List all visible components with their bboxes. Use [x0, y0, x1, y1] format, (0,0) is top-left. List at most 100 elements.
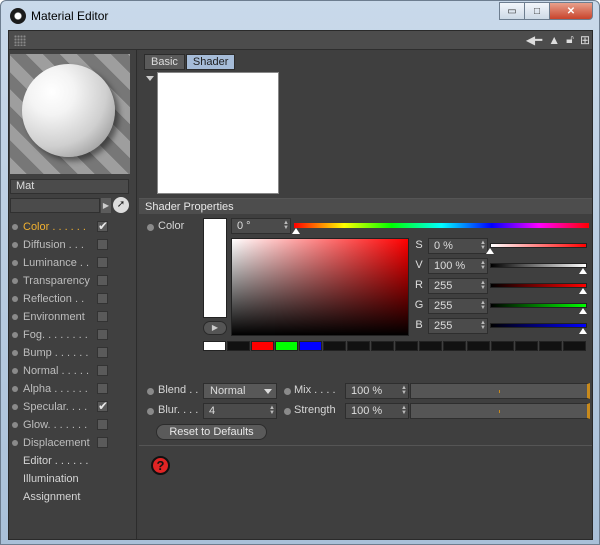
mix-slider[interactable]: [410, 383, 590, 399]
channel-keyframe-dot[interactable]: [12, 368, 18, 374]
mix-keyframe-dot[interactable]: [284, 388, 291, 395]
color-preset[interactable]: [395, 341, 418, 351]
color-swatch[interactable]: [203, 218, 227, 318]
channel-checkbox[interactable]: [97, 329, 108, 340]
title-bar[interactable]: Material Editor ▭ □ ✕: [1, 1, 599, 31]
r-slider-marker[interactable]: [579, 288, 587, 294]
reset-to-defaults-button[interactable]: Reset to Defaults: [156, 424, 267, 440]
color-preset[interactable]: [467, 341, 490, 351]
channel-keyframe-dot[interactable]: [12, 260, 18, 266]
selector-arrow-icon[interactable]: ▶: [101, 198, 111, 213]
channel-checkbox[interactable]: [97, 275, 108, 286]
color-preset[interactable]: [347, 341, 370, 351]
spinner-icon[interactable]: ▲ ▼: [480, 280, 486, 291]
color-preset[interactable]: [563, 341, 586, 351]
panel-item-2[interactable]: Assignment: [9, 488, 137, 506]
s-slider-marker[interactable]: [486, 248, 494, 254]
color-preset[interactable]: [371, 341, 394, 351]
channel-checkbox[interactable]: [97, 311, 108, 322]
channel-keyframe-dot[interactable]: [12, 314, 18, 320]
s-field[interactable]: 0 % ▲ ▼: [428, 238, 488, 254]
panel-item-0[interactable]: Editor . . . . . .: [9, 452, 137, 470]
spinner-icon[interactable]: ▲ ▼: [401, 385, 407, 396]
spinner-icon[interactable]: ▲ ▼: [269, 405, 275, 416]
tab-shader[interactable]: Shader: [185, 54, 236, 70]
r-field[interactable]: 255 ▲ ▼: [428, 278, 488, 294]
channel-item-transparency[interactable]: Transparency: [9, 272, 137, 290]
channel-keyframe-dot[interactable]: [12, 296, 18, 302]
blend-keyframe-dot[interactable]: [147, 388, 154, 395]
strength-slider[interactable]: [410, 403, 590, 419]
channel-keyframe-dot[interactable]: [12, 422, 18, 428]
v-slider[interactable]: [490, 263, 587, 268]
channel-keyframe-dot[interactable]: [12, 224, 18, 230]
mix-field[interactable]: 100 % ▲ ▼: [345, 383, 409, 399]
r-slider[interactable]: [490, 283, 587, 288]
b-field[interactable]: 255 ▲ ▼: [428, 318, 488, 334]
spinner-icon[interactable]: ▲ ▼: [401, 405, 407, 416]
color-preset[interactable]: [419, 341, 442, 351]
color-preset[interactable]: [275, 341, 298, 351]
material-name-field[interactable]: Mat: [10, 179, 129, 194]
channel-checkbox[interactable]: [97, 365, 108, 376]
channel-keyframe-dot[interactable]: [12, 332, 18, 338]
blend-mode-dropdown[interactable]: Normal: [203, 383, 277, 399]
help-icon[interactable]: ?: [151, 456, 170, 475]
g-slider[interactable]: [490, 303, 587, 308]
channel-checkbox[interactable]: [97, 419, 108, 430]
channel-checkbox[interactable]: [97, 239, 108, 250]
channel-item-luminance[interactable]: Luminance . .: [9, 254, 137, 272]
blur-field[interactable]: 4 ▲ ▼: [203, 403, 277, 419]
channel-keyframe-dot[interactable]: [12, 386, 18, 392]
color-keyframe-dot[interactable]: [147, 224, 154, 231]
channel-keyframe-dot[interactable]: [12, 404, 18, 410]
color-preset[interactable]: [323, 341, 346, 351]
channel-checkbox[interactable]: [97, 383, 108, 394]
pick-material-icon[interactable]: ➚: [113, 197, 129, 213]
channel-item-environment[interactable]: Environment: [9, 308, 137, 326]
channel-checkbox[interactable]: [97, 257, 108, 268]
color-preset[interactable]: [251, 341, 274, 351]
channel-checkbox[interactable]: [97, 397, 108, 415]
b-slider-marker[interactable]: [579, 328, 587, 334]
grip-icon[interactable]: [14, 35, 26, 46]
b-slider[interactable]: [490, 323, 587, 328]
channel-item-reflection[interactable]: Reflection . .: [9, 290, 137, 308]
new-window-icon[interactable]: ⊞: [580, 33, 590, 47]
panel-item-1[interactable]: Illumination: [9, 470, 137, 488]
spinner-icon[interactable]: ▲ ▼: [480, 260, 486, 271]
channel-keyframe-dot[interactable]: [12, 440, 18, 446]
channel-checkbox[interactable]: [97, 437, 108, 448]
hue-marker[interactable]: [292, 228, 300, 234]
channel-item-displacement[interactable]: Displacement: [9, 434, 137, 452]
strength-keyframe-dot[interactable]: [284, 408, 291, 415]
channel-item-color[interactable]: Color . . . . . .: [9, 217, 137, 236]
minimize-button[interactable]: ▭: [499, 2, 525, 20]
color-preset[interactable]: [491, 341, 514, 351]
channel-item-fog[interactable]: Fog. . . . . . . .: [9, 326, 137, 344]
channel-checkbox[interactable]: [97, 347, 108, 358]
channel-item-glow[interactable]: Glow. . . . . . .: [9, 416, 137, 434]
back-arrow-icon[interactable]: ◀━: [526, 33, 542, 47]
pointer-icon[interactable]: ▲: [548, 33, 560, 47]
color-preset[interactable]: [203, 341, 226, 351]
color-preset[interactable]: [227, 341, 250, 351]
collapse-triangle-icon[interactable]: [146, 76, 154, 81]
material-selector[interactable]: [10, 198, 100, 213]
channel-item-normal[interactable]: Normal . . . . .: [9, 362, 137, 380]
channel-item-diffusion[interactable]: Diffusion . . .: [9, 236, 137, 254]
maximize-button[interactable]: □: [524, 2, 550, 20]
g-slider-marker[interactable]: [579, 308, 587, 314]
channel-item-specular[interactable]: Specular. . . .: [9, 397, 137, 416]
g-field[interactable]: 255 ▲ ▼: [428, 298, 488, 314]
blur-keyframe-dot[interactable]: [147, 408, 154, 415]
v-field[interactable]: 100 % ▲ ▼: [428, 258, 488, 274]
channel-item-alpha[interactable]: Alpha . . . . . .: [9, 380, 137, 398]
spinner-icon[interactable]: ▲ ▼: [480, 320, 486, 331]
tab-basic[interactable]: Basic: [144, 54, 185, 70]
s-slider[interactable]: [490, 243, 587, 248]
channel-keyframe-dot[interactable]: [12, 278, 18, 284]
channel-checkbox[interactable]: [97, 293, 108, 304]
close-button[interactable]: ✕: [549, 2, 593, 20]
spinner-icon[interactable]: ▲ ▼: [283, 220, 289, 231]
